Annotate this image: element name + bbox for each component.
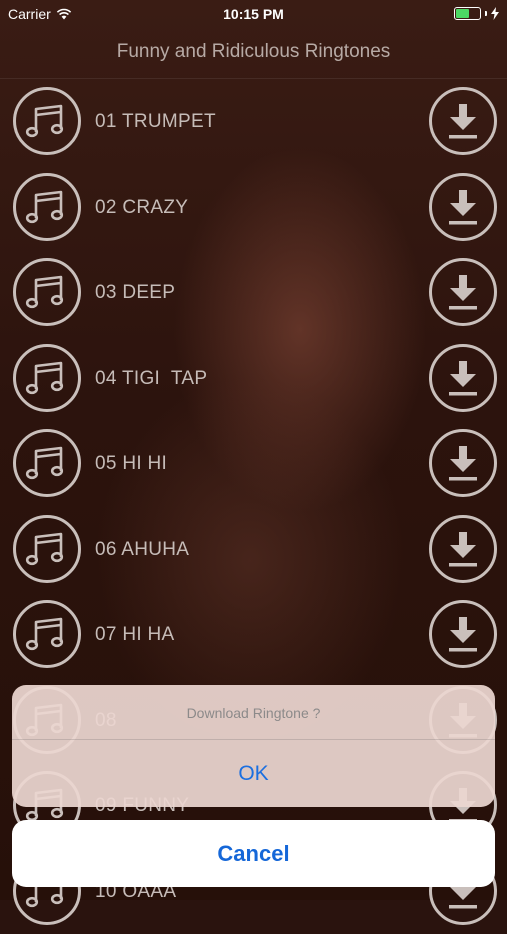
action-sheet: Download Ringtone ? OK: [12, 685, 495, 807]
music-note-icon[interactable]: [12, 599, 82, 669]
music-note-icon[interactable]: [12, 172, 82, 242]
ringtone-row[interactable]: 01 TRUMPET: [0, 79, 507, 165]
ringtone-label: 06 AHUHA: [95, 539, 189, 561]
ringtone-row[interactable]: 06 AHUHA: [0, 507, 507, 593]
music-note-icon[interactable]: [12, 428, 82, 498]
battery-tip: [485, 11, 487, 16]
status-time: 10:15 PM: [0, 6, 507, 22]
ringtone-row[interactable]: 04 TIGI TAP: [0, 336, 507, 422]
status-right: [454, 7, 499, 20]
download-icon[interactable]: [428, 514, 498, 584]
download-icon[interactable]: [428, 172, 498, 242]
status-bar: Carrier 10:15 PM: [0, 0, 507, 28]
ringtone-label: 03 DEEP: [95, 282, 175, 304]
ok-button[interactable]: OK: [12, 740, 495, 807]
ringtone-row[interactable]: 02 CRAZY: [0, 165, 507, 251]
download-icon[interactable]: [428, 599, 498, 669]
ringtone-label: 05 HI HI: [95, 453, 167, 475]
cancel-button[interactable]: Cancel: [12, 820, 495, 887]
page-title: Funny and Ridiculous Ringtones: [0, 41, 507, 63]
action-sheet-title: Download Ringtone ?: [12, 705, 495, 721]
battery-fill: [456, 9, 469, 18]
download-icon[interactable]: [428, 343, 498, 413]
charging-bolt-icon: [491, 7, 499, 20]
ringtone-row[interactable]: 07 HI HA: [0, 592, 507, 678]
ringtone-label: 04 TIGI TAP: [95, 368, 207, 390]
ringtone-row[interactable]: 03 DEEP: [0, 250, 507, 336]
ringtone-label: 02 CRAZY: [95, 197, 188, 219]
download-icon[interactable]: [428, 428, 498, 498]
music-note-icon[interactable]: [12, 257, 82, 327]
download-icon[interactable]: [428, 86, 498, 156]
music-note-icon[interactable]: [12, 343, 82, 413]
navigation-bar: Funny and Ridiculous Ringtones: [0, 28, 507, 79]
download-icon[interactable]: [428, 257, 498, 327]
battery-icon: [454, 7, 481, 20]
music-note-icon[interactable]: [12, 514, 82, 584]
ringtone-label: 07 HI HA: [95, 624, 175, 646]
music-note-icon[interactable]: [12, 86, 82, 156]
ringtone-row[interactable]: 05 HI HI: [0, 421, 507, 507]
ringtone-label: 01 TRUMPET: [95, 111, 216, 133]
